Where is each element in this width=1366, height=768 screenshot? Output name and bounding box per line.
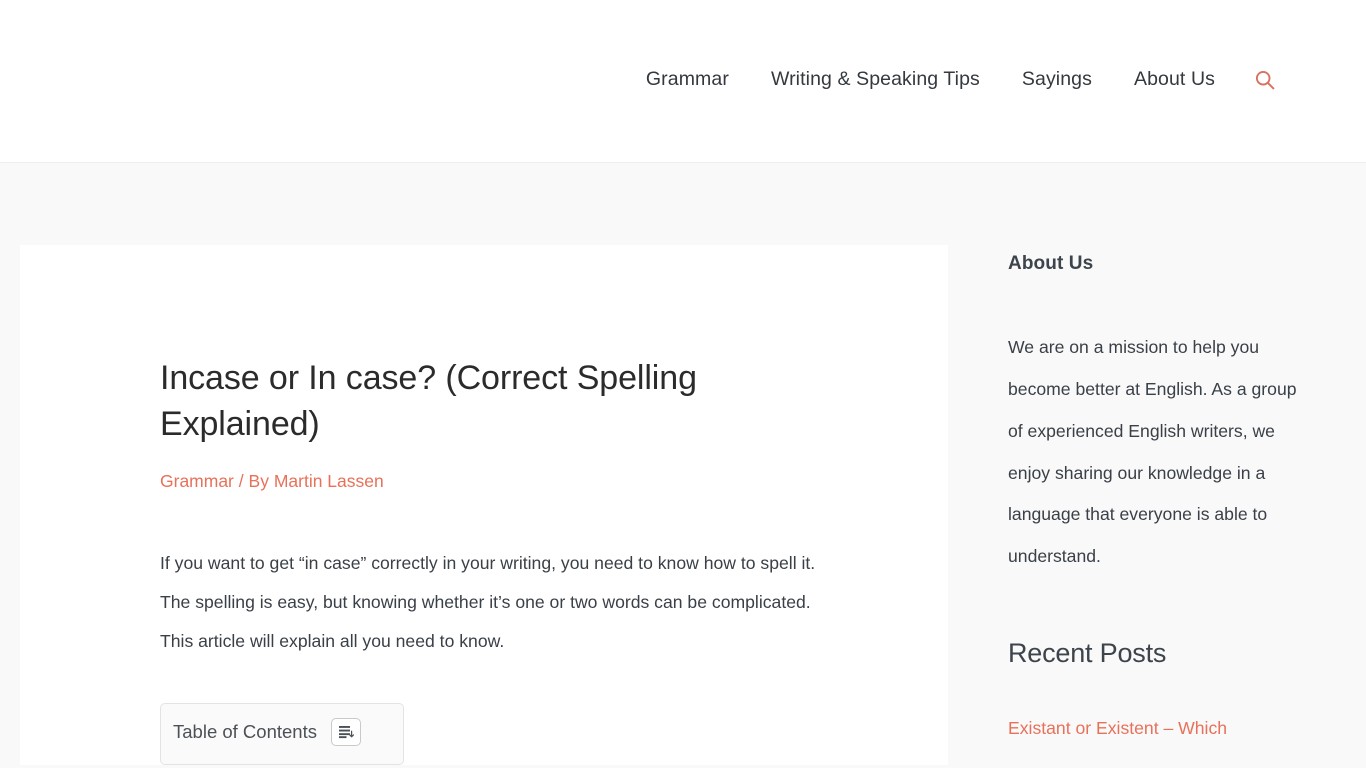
site-header: Grammar Writing & Speaking Tips Sayings … (0, 0, 1366, 163)
search-icon (1254, 69, 1276, 91)
post-author-link[interactable]: Martin Lassen (274, 471, 384, 491)
page-title: Incase or In case? (Correct Spelling Exp… (160, 359, 697, 444)
search-button[interactable] (1250, 65, 1280, 95)
nav-item-sayings[interactable]: Sayings (1001, 64, 1113, 96)
about-us-text: We are on a mission to help you become b… (1008, 337, 1297, 567)
recent-posts-list: Existant or Existent – Which (1008, 715, 1338, 742)
sidebar: About Us We are on a mission to help you… (1008, 245, 1338, 760)
post-category-link[interactable]: Grammar (160, 471, 234, 491)
list-toggle-icon (338, 725, 354, 739)
widget-about-us: About Us We are on a mission to help you… (1008, 253, 1338, 578)
byline-prefix: By (248, 471, 269, 492)
widget-title-recent-posts: Recent Posts (1008, 638, 1167, 669)
post-meta: Grammar / By Martin Lassen (160, 469, 948, 494)
meta-separator: / (238, 471, 244, 492)
site-logo[interactable] (30, 31, 590, 131)
list-item: Existant or Existent – Which (1008, 715, 1338, 742)
table-of-contents-title: Table of Contents (173, 721, 317, 743)
nav-item-writing-speaking-tips[interactable]: Writing & Speaking Tips (750, 64, 1001, 96)
widget-title-about-us: About Us (1008, 253, 1094, 274)
recent-post-link[interactable]: Existant or Existent – Which (1008, 718, 1227, 738)
page-body: Incase or In case? (Correct Spelling Exp… (0, 163, 1366, 766)
article-card: Incase or In case? (Correct Spelling Exp… (20, 245, 948, 766)
nav-item-grammar[interactable]: Grammar (625, 64, 750, 96)
table-of-contents-toggle-button[interactable] (330, 718, 361, 747)
table-of-contents-box: Table of Contents (160, 703, 404, 766)
article-intro-paragraph: If you want to get “in case” correctly i… (160, 552, 816, 652)
widget-recent-posts: Recent Posts Existant or Existent – Whic… (1008, 638, 1338, 742)
nav-item-about-us[interactable]: About Us (1113, 64, 1236, 96)
main-navigation: Grammar Writing & Speaking Tips Sayings … (625, 64, 1280, 98)
